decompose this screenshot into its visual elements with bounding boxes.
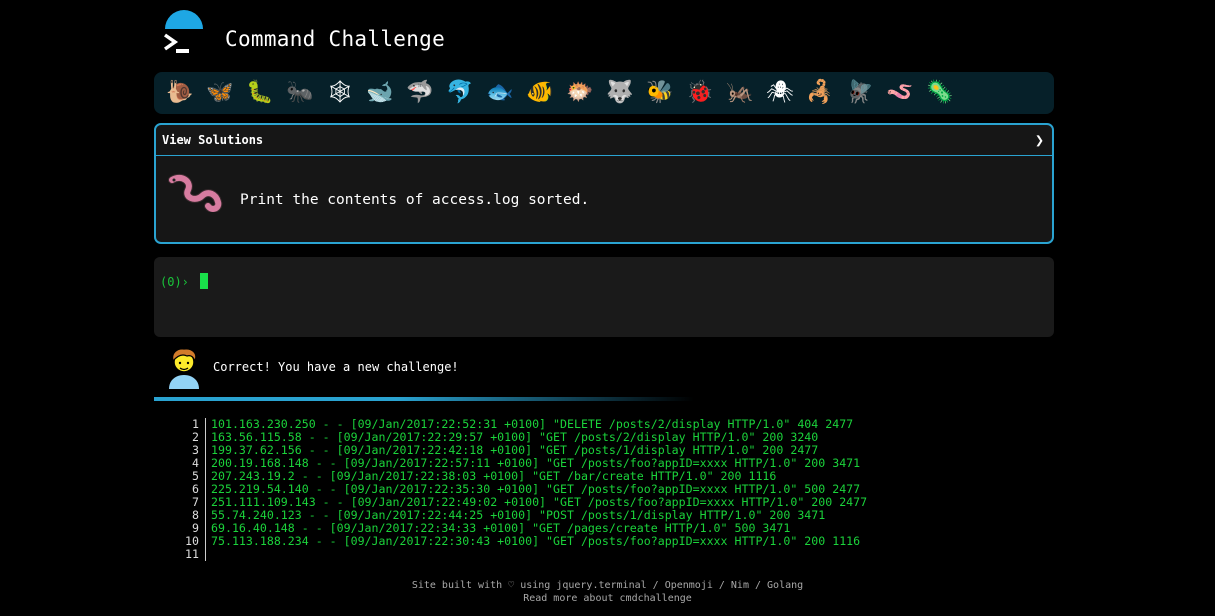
shark-icon[interactable]: 🦈 (400, 76, 440, 110)
log-line-text: 75.113.188.234 - - [09/Jan/2017:22:30:43… (211, 534, 861, 548)
challenge-creature-bar: 🐌 🦋 🐛 🐜 🕸 🐋 🦈 🐬 🐟 🐠 🐡 🐺 🐝 🐞 🦗 🕷 🦂 🪰 🪱 🦠 (154, 72, 1054, 114)
command-output: 1 101.163.230.250 - - [09/Jan/2017:22:52:… (182, 418, 867, 561)
dolphin-icon[interactable]: 🐬 (440, 76, 480, 110)
gutter-divider (205, 444, 206, 457)
result-message: Correct! You have a new challenge! (213, 360, 459, 374)
challenge-panel: View Solutions ❯ Print the contents of a… (154, 123, 1054, 244)
whale-icon[interactable]: 🐋 (360, 76, 400, 110)
terminal-cursor[interactable] (200, 273, 208, 289)
bee-icon[interactable]: 🐝 (640, 76, 680, 110)
caterpillar-icon[interactable]: 🐛 (240, 76, 280, 110)
terminal-prompt: (0)› (160, 275, 189, 289)
gutter-divider (205, 548, 206, 561)
tropical-fish-icon[interactable]: 🐠 (520, 76, 560, 110)
spider-icon[interactable]: 🕷 (760, 76, 800, 110)
terminal[interactable]: (0)› (154, 257, 1054, 337)
result-divider (154, 397, 694, 401)
footer-credits: Site built with ♡ using jquery.terminal … (411, 580, 804, 591)
terminal-prompt-icon (163, 33, 189, 53)
snail-icon[interactable]: 🐌 (160, 76, 200, 110)
cricket-icon[interactable]: 🦗 (720, 76, 760, 110)
line-number: 11 (185, 547, 199, 561)
output-line: 10 75.113.188.234 - - [09/Jan/2017:22:30:… (182, 535, 867, 548)
ladybug-icon[interactable]: 🐞 (680, 76, 720, 110)
gutter-divider (205, 535, 206, 548)
ant-icon[interactable]: 🐜 (280, 76, 320, 110)
gutter-divider (205, 483, 206, 496)
output-line: 11 (182, 548, 867, 561)
logo-dome (165, 10, 203, 29)
gutter-divider (205, 496, 206, 509)
read-more-link[interactable]: Read more about cmdchallenge (523, 593, 692, 604)
site-logo[interactable] (161, 10, 207, 56)
chevron-right-icon[interactable]: ❯ (1035, 131, 1044, 149)
challenge-body: Print the contents of access.log sorted. (156, 156, 1052, 242)
microbe-icon[interactable]: 🦠 (920, 76, 960, 110)
gutter-divider (205, 522, 206, 535)
fish-icon[interactable]: 🐟 (480, 76, 520, 110)
footer: Site built with ♡ using jquery.terminal … (0, 579, 1215, 605)
gutter-divider (205, 418, 206, 431)
worm-icon[interactable]: 🪱 (880, 76, 920, 110)
view-solutions-label: View Solutions (162, 133, 264, 147)
spider-web-icon[interactable]: 🕸 (320, 76, 360, 110)
fly-icon[interactable]: 🪰 (840, 76, 880, 110)
gutter-divider (205, 431, 206, 444)
scorpion-icon[interactable]: 🦂 (800, 76, 840, 110)
wolf-icon[interactable]: 🐺 (600, 76, 640, 110)
gutter-divider (205, 470, 206, 483)
gutter-divider (205, 457, 206, 470)
gutter-divider (205, 509, 206, 522)
challenge-description: Print the contents of access.log sorted. (240, 192, 590, 208)
page-title: Command Challenge (225, 27, 446, 51)
blowfish-icon[interactable]: 🐡 (560, 76, 600, 110)
view-solutions-toggle[interactable]: View Solutions ❯ (156, 125, 1052, 156)
butterfly-icon[interactable]: 🦋 (200, 76, 240, 110)
worm-icon (168, 173, 223, 212)
person-avatar-icon (169, 348, 199, 389)
